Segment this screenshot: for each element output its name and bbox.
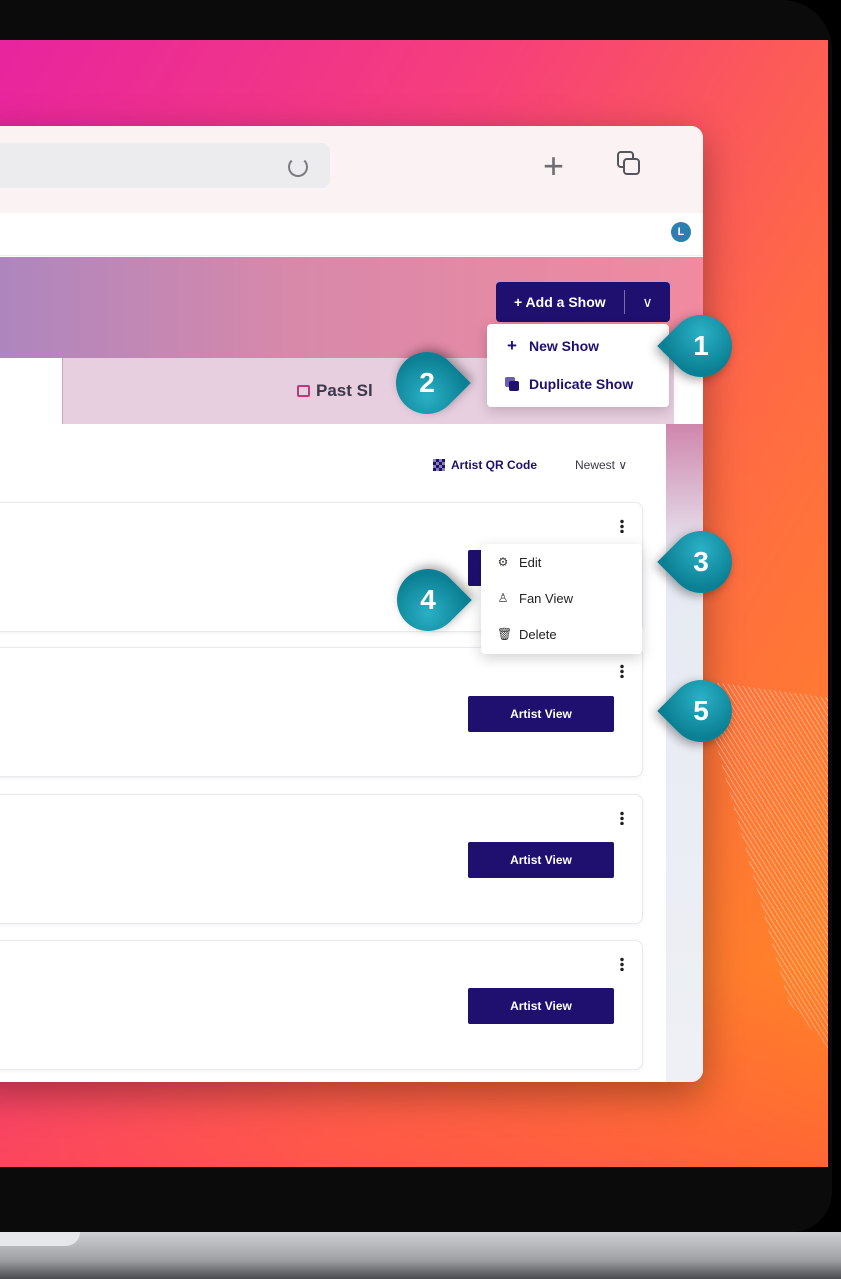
app-topbar [0,213,703,256]
new-tab-icon[interactable]: + [543,148,564,184]
duplicate-icon [505,377,519,391]
callout-marker-5: 5 [657,667,745,755]
callout-marker-1: 1 [657,302,745,390]
artist-view-button[interactable]: Artist View [468,988,614,1024]
callout-marker-4: 4 [384,556,472,644]
callout-marker-2: 2 [383,339,471,427]
sort-dropdown[interactable]: Newest ∨ [575,458,627,472]
gear-icon: ⚙ [497,555,509,569]
side-strip [666,424,703,1082]
reload-icon[interactable] [288,157,308,177]
callout-marker-3: 3 [657,518,745,606]
add-show-button[interactable]: + Add a Show ∨ [496,282,670,322]
menu-item-new-show-label: New Show [529,338,600,354]
menu-item-edit-label: Edit [519,554,542,570]
show-card: Artist View [0,647,643,777]
menu-item-edit[interactable]: ⚙ Edit [481,544,642,580]
artist-view-button[interactable]: Artist View [468,696,614,732]
avatar[interactable]: L [671,222,691,242]
artist-view-button[interactable]: Artist View [468,842,614,878]
laptop-frame: + L Past Sl Artist QR Code Newest ∨ Arti… [0,0,841,1279]
show-card: Artist View [0,940,643,1070]
more-options-icon[interactable] [620,519,624,533]
tab-past-shows-label: Past Sl [316,381,373,400]
menu-item-fan-view-label: Fan View [519,590,573,606]
more-options-icon[interactable] [620,811,624,825]
address-bar[interactable] [0,143,330,188]
browser-toolbar: + [0,126,703,213]
show-card: Artist View [0,794,643,924]
menu-item-delete-label: Delete [519,626,557,642]
plus-icon: + [507,336,517,355]
show-options-menu: ⚙ Edit ♙ Fan View 🗑 Delete [481,544,642,654]
laptop-base [0,1232,841,1279]
chevron-down-icon[interactable]: ∨ [625,294,670,311]
filter-row: Artist QR Code Newest ∨ [0,458,666,478]
laptop-notch [0,1232,80,1246]
menu-item-fan-view[interactable]: ♙ Fan View [481,580,642,616]
artist-qr-code-link[interactable]: Artist QR Code [433,458,537,472]
browser-window: + L Past Sl Artist QR Code Newest ∨ Arti… [0,126,703,1082]
calendar-icon [297,385,310,397]
tab-overview-icon[interactable] [617,151,641,175]
more-options-icon[interactable] [620,664,624,678]
menu-item-duplicate-show-label: Duplicate Show [529,376,634,392]
menu-item-duplicate-show[interactable]: Duplicate Show [487,366,669,402]
more-options-icon[interactable] [620,957,624,971]
qr-code-icon [433,459,445,471]
add-show-menu: + New Show Duplicate Show [487,324,669,407]
add-show-label: + Add a Show [514,294,606,310]
user-icon: ♙ [497,591,509,605]
menu-item-new-show[interactable]: + New Show [487,328,669,364]
artist-qr-code-label: Artist QR Code [451,458,538,472]
menu-item-delete[interactable]: 🗑 Delete [481,616,642,652]
trash-icon: 🗑 [497,627,513,641]
